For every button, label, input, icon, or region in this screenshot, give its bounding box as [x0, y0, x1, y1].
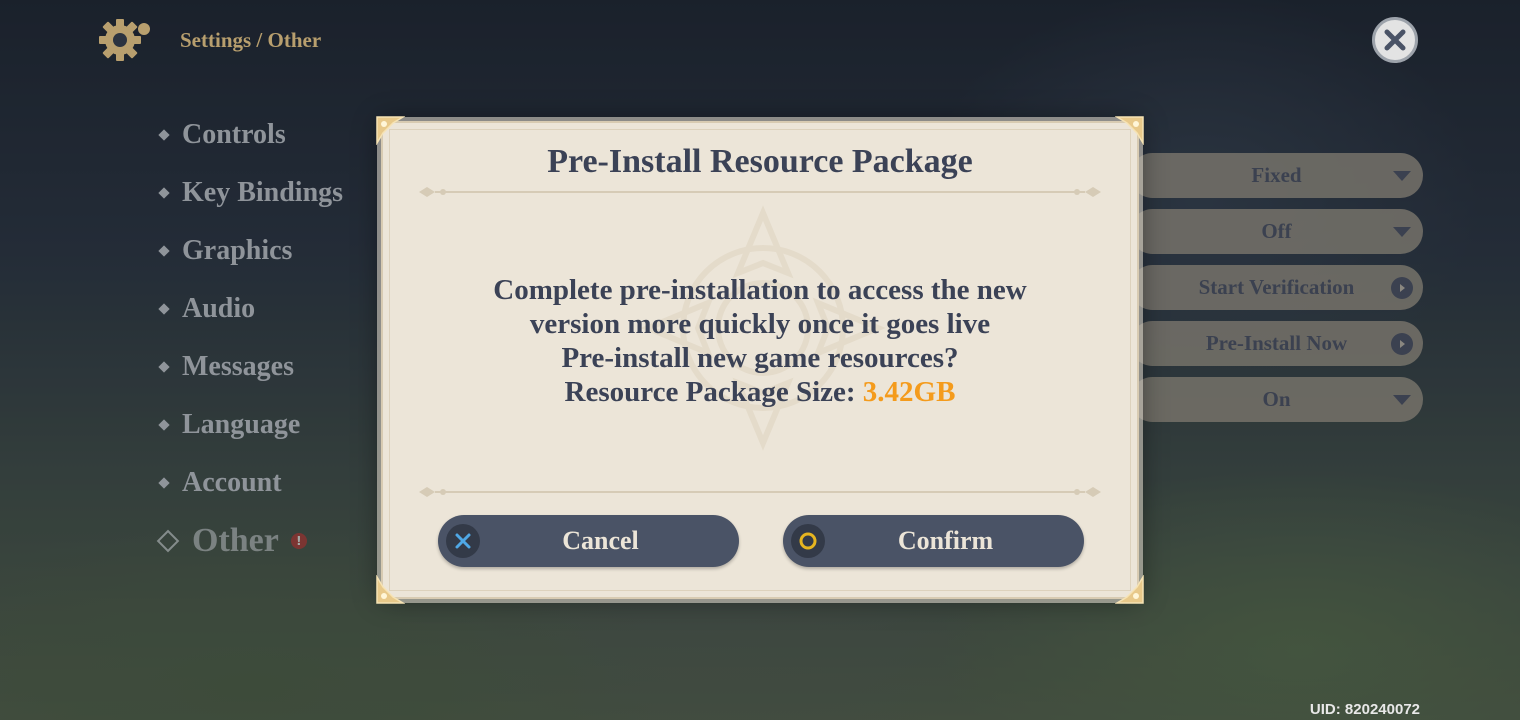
chevron-right-icon	[1391, 276, 1413, 299]
sidebar-item-graphics[interactable]: Graphics	[156, 222, 376, 280]
diamond-icon	[158, 129, 170, 141]
divider-ornament	[419, 487, 1101, 497]
pre-install-now-button[interactable]: Pre-Install Now	[1130, 321, 1423, 366]
sidebar-item-controls[interactable]: Controls	[156, 106, 376, 164]
dialog-message: Complete pre-installation to access the …	[383, 273, 1137, 409]
corner-ornament-icon	[376, 575, 405, 604]
setting-value: Start Verification	[1198, 275, 1355, 299]
setting-value: Off	[1261, 219, 1292, 243]
sidebar-item-label: Other	[192, 522, 279, 559]
sidebar-item-label: Key Bindings	[182, 177, 344, 208]
setting-value: On	[1262, 387, 1291, 411]
sidebar-item-label: Controls	[182, 119, 286, 150]
cross-icon	[446, 524, 480, 558]
message-line: version more quickly once it goes live	[529, 308, 991, 340]
settings-sidebar: Controls Key Bindings Graphics Audio Mes…	[156, 106, 376, 570]
breadcrumb: Settings / Other	[180, 27, 322, 52]
setting-dropdown-fixed[interactable]: Fixed	[1130, 153, 1423, 198]
corner-ornament-icon	[1115, 575, 1144, 604]
package-size-line: Resource Package Size: 3.42GB	[383, 375, 1137, 409]
sidebar-item-messages[interactable]: Messages	[156, 338, 376, 396]
dialog-title: Pre-Install Resource Package	[547, 143, 973, 180]
cancel-button[interactable]: Cancel	[438, 515, 739, 567]
chevron-right-icon	[1391, 332, 1413, 355]
pre-install-dialog: Pre-Install Resource Package Complete pr…	[376, 116, 1144, 604]
start-verification-button[interactable]: Start Verification	[1130, 265, 1423, 310]
sidebar-item-account[interactable]: Account	[156, 454, 376, 512]
sidebar-item-language[interactable]: Language	[156, 396, 376, 454]
diamond-icon	[158, 477, 170, 489]
diamond-icon	[158, 187, 170, 199]
divider-ornament	[419, 187, 1101, 197]
confirm-button[interactable]: Confirm	[783, 515, 1084, 567]
dropdown-arrow-icon	[1393, 226, 1411, 237]
setting-value: Pre-Install Now	[1205, 331, 1348, 355]
package-size-label: Resource Package Size:	[564, 376, 856, 408]
alert-icon: !	[290, 533, 307, 549]
confirm-label: Confirm	[897, 526, 994, 555]
message-line: Pre-install new game resources?	[561, 342, 959, 374]
sidebar-item-label: Messages	[182, 351, 294, 382]
sidebar-item-label: Account	[182, 467, 282, 498]
close-icon	[1384, 29, 1406, 51]
diamond-icon	[158, 303, 170, 315]
uid-label: UID: 820240072	[1309, 701, 1420, 718]
corner-ornament-icon	[376, 116, 405, 145]
dropdown-arrow-icon	[1393, 170, 1411, 181]
setting-dropdown-off[interactable]: Off	[1130, 209, 1423, 254]
cancel-label: Cancel	[562, 526, 639, 555]
sidebar-item-label: Audio	[182, 293, 256, 324]
header: Settings / Other	[96, 16, 321, 64]
message-line: Complete pre-installation to access the …	[493, 274, 1027, 306]
sidebar-item-label: Graphics	[182, 235, 293, 266]
close-button[interactable]	[1372, 17, 1418, 63]
dropdown-arrow-icon	[1393, 394, 1411, 405]
gear-icon	[99, 19, 150, 61]
diamond-icon	[158, 419, 170, 431]
corner-ornament-icon	[1115, 116, 1144, 145]
sidebar-item-other[interactable]: Other!	[156, 512, 376, 570]
diamond-icon	[158, 361, 170, 373]
sidebar-item-label: Language	[182, 409, 301, 440]
diamond-icon	[158, 245, 170, 257]
setting-dropdown-on[interactable]: On	[1130, 377, 1423, 422]
setting-value: Fixed	[1251, 163, 1302, 187]
circle-icon	[791, 524, 825, 558]
sidebar-item-key-bindings[interactable]: Key Bindings	[156, 164, 376, 222]
sidebar-item-audio[interactable]: Audio	[156, 280, 376, 338]
package-size-value: 3.42GB	[862, 376, 956, 408]
diamond-outline-icon	[156, 529, 180, 553]
